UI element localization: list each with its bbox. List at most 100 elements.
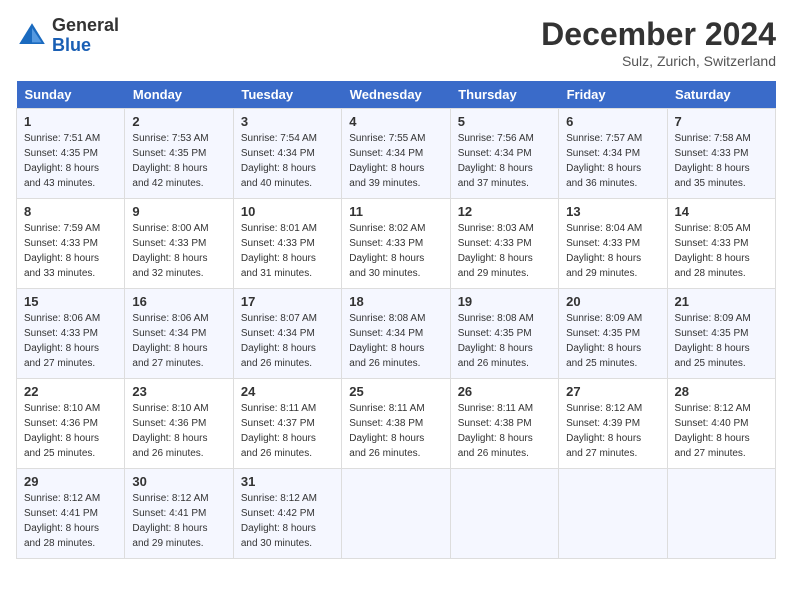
calendar-cell-3-4: 18 Sunrise: 8:08 AMSunset: 4:34 PMDaylig… [342,289,450,379]
calendar-cell-3-7: 21 Sunrise: 8:09 AMSunset: 4:35 PMDaylig… [667,289,775,379]
page-header: General Blue December 2024 Sulz, Zurich,… [16,16,776,69]
day-number: 6 [566,114,659,129]
day-number: 29 [24,474,117,489]
location-subtitle: Sulz, Zurich, Switzerland [541,53,776,69]
calendar-cell-5-4 [342,469,450,559]
calendar-cell-1-5: 5 Sunrise: 7:56 AMSunset: 4:34 PMDayligh… [450,109,558,199]
day-number: 25 [349,384,442,399]
calendar-cell-1-1: 1 Sunrise: 7:51 AMSunset: 4:35 PMDayligh… [17,109,125,199]
calendar-cell-4-5: 26 Sunrise: 8:11 AMSunset: 4:38 PMDaylig… [450,379,558,469]
day-number: 2 [132,114,225,129]
day-number: 31 [241,474,334,489]
day-number: 4 [349,114,442,129]
calendar-cell-1-2: 2 Sunrise: 7:53 AMSunset: 4:35 PMDayligh… [125,109,233,199]
cell-info: Sunrise: 8:11 AMSunset: 4:38 PMDaylight:… [458,401,551,461]
calendar-week-5: 29 Sunrise: 8:12 AMSunset: 4:41 PMDaylig… [17,469,776,559]
day-number: 30 [132,474,225,489]
header-tuesday: Tuesday [233,81,341,109]
calendar-cell-5-2: 30 Sunrise: 8:12 AMSunset: 4:41 PMDaylig… [125,469,233,559]
day-number: 23 [132,384,225,399]
cell-info: Sunrise: 8:06 AMSunset: 4:34 PMDaylight:… [132,311,225,371]
day-number: 11 [349,204,442,219]
cell-info: Sunrise: 8:05 AMSunset: 4:33 PMDaylight:… [675,221,768,281]
day-number: 18 [349,294,442,309]
calendar-cell-1-3: 3 Sunrise: 7:54 AMSunset: 4:34 PMDayligh… [233,109,341,199]
calendar-cell-2-6: 13 Sunrise: 8:04 AMSunset: 4:33 PMDaylig… [559,199,667,289]
cell-info: Sunrise: 8:08 AMSunset: 4:34 PMDaylight:… [349,311,442,371]
calendar-cell-4-7: 28 Sunrise: 8:12 AMSunset: 4:40 PMDaylig… [667,379,775,469]
cell-info: Sunrise: 8:12 AMSunset: 4:39 PMDaylight:… [566,401,659,461]
calendar-cell-2-7: 14 Sunrise: 8:05 AMSunset: 4:33 PMDaylig… [667,199,775,289]
cell-info: Sunrise: 8:08 AMSunset: 4:35 PMDaylight:… [458,311,551,371]
cell-info: Sunrise: 7:58 AMSunset: 4:33 PMDaylight:… [675,131,768,191]
cell-info: Sunrise: 7:59 AMSunset: 4:33 PMDaylight:… [24,221,117,281]
day-number: 19 [458,294,551,309]
calendar-cell-4-2: 23 Sunrise: 8:10 AMSunset: 4:36 PMDaylig… [125,379,233,469]
logo-text: General Blue [52,16,119,56]
calendar-cell-2-2: 9 Sunrise: 8:00 AMSunset: 4:33 PMDayligh… [125,199,233,289]
cell-info: Sunrise: 8:07 AMSunset: 4:34 PMDaylight:… [241,311,334,371]
calendar-cell-2-1: 8 Sunrise: 7:59 AMSunset: 4:33 PMDayligh… [17,199,125,289]
header-thursday: Thursday [450,81,558,109]
day-number: 10 [241,204,334,219]
day-number: 15 [24,294,117,309]
calendar-cell-5-1: 29 Sunrise: 8:12 AMSunset: 4:41 PMDaylig… [17,469,125,559]
logo-icon [16,20,48,52]
calendar-cell-4-1: 22 Sunrise: 8:10 AMSunset: 4:36 PMDaylig… [17,379,125,469]
calendar-body: 1 Sunrise: 7:51 AMSunset: 4:35 PMDayligh… [17,109,776,559]
day-number: 21 [675,294,768,309]
calendar-week-3: 15 Sunrise: 8:06 AMSunset: 4:33 PMDaylig… [17,289,776,379]
day-number: 12 [458,204,551,219]
calendar-cell-3-2: 16 Sunrise: 8:06 AMSunset: 4:34 PMDaylig… [125,289,233,379]
cell-info: Sunrise: 8:12 AMSunset: 4:42 PMDaylight:… [241,491,334,551]
cell-info: Sunrise: 8:01 AMSunset: 4:33 PMDaylight:… [241,221,334,281]
cell-info: Sunrise: 7:53 AMSunset: 4:35 PMDaylight:… [132,131,225,191]
calendar-cell-4-6: 27 Sunrise: 8:12 AMSunset: 4:39 PMDaylig… [559,379,667,469]
calendar-header-row: SundayMondayTuesdayWednesdayThursdayFrid… [17,81,776,109]
cell-info: Sunrise: 7:55 AMSunset: 4:34 PMDaylight:… [349,131,442,191]
day-number: 1 [24,114,117,129]
header-friday: Friday [559,81,667,109]
calendar-cell-5-6 [559,469,667,559]
cell-info: Sunrise: 8:11 AMSunset: 4:37 PMDaylight:… [241,401,334,461]
calendar-cell-5-7 [667,469,775,559]
day-number: 3 [241,114,334,129]
header-wednesday: Wednesday [342,81,450,109]
calendar-cell-4-4: 25 Sunrise: 8:11 AMSunset: 4:38 PMDaylig… [342,379,450,469]
day-number: 17 [241,294,334,309]
calendar-cell-4-3: 24 Sunrise: 8:11 AMSunset: 4:37 PMDaylig… [233,379,341,469]
month-title: December 2024 [541,16,776,53]
cell-info: Sunrise: 8:02 AMSunset: 4:33 PMDaylight:… [349,221,442,281]
cell-info: Sunrise: 7:57 AMSunset: 4:34 PMDaylight:… [566,131,659,191]
day-number: 28 [675,384,768,399]
day-number: 5 [458,114,551,129]
header-saturday: Saturday [667,81,775,109]
cell-info: Sunrise: 8:10 AMSunset: 4:36 PMDaylight:… [24,401,117,461]
day-number: 7 [675,114,768,129]
cell-info: Sunrise: 8:12 AMSunset: 4:41 PMDaylight:… [132,491,225,551]
cell-info: Sunrise: 7:56 AMSunset: 4:34 PMDaylight:… [458,131,551,191]
cell-info: Sunrise: 8:10 AMSunset: 4:36 PMDaylight:… [132,401,225,461]
cell-info: Sunrise: 7:54 AMSunset: 4:34 PMDaylight:… [241,131,334,191]
day-number: 9 [132,204,225,219]
calendar-table: SundayMondayTuesdayWednesdayThursdayFrid… [16,81,776,559]
cell-info: Sunrise: 8:12 AMSunset: 4:40 PMDaylight:… [675,401,768,461]
day-number: 27 [566,384,659,399]
cell-info: Sunrise: 8:06 AMSunset: 4:33 PMDaylight:… [24,311,117,371]
calendar-week-4: 22 Sunrise: 8:10 AMSunset: 4:36 PMDaylig… [17,379,776,469]
cell-info: Sunrise: 8:03 AMSunset: 4:33 PMDaylight:… [458,221,551,281]
cell-info: Sunrise: 7:51 AMSunset: 4:35 PMDaylight:… [24,131,117,191]
calendar-cell-3-6: 20 Sunrise: 8:09 AMSunset: 4:35 PMDaylig… [559,289,667,379]
calendar-cell-1-4: 4 Sunrise: 7:55 AMSunset: 4:34 PMDayligh… [342,109,450,199]
day-number: 13 [566,204,659,219]
calendar-cell-5-3: 31 Sunrise: 8:12 AMSunset: 4:42 PMDaylig… [233,469,341,559]
calendar-cell-2-3: 10 Sunrise: 8:01 AMSunset: 4:33 PMDaylig… [233,199,341,289]
logo: General Blue [16,16,119,56]
calendar-cell-3-5: 19 Sunrise: 8:08 AMSunset: 4:35 PMDaylig… [450,289,558,379]
day-number: 26 [458,384,551,399]
day-number: 8 [24,204,117,219]
header-sunday: Sunday [17,81,125,109]
calendar-week-1: 1 Sunrise: 7:51 AMSunset: 4:35 PMDayligh… [17,109,776,199]
calendar-week-2: 8 Sunrise: 7:59 AMSunset: 4:33 PMDayligh… [17,199,776,289]
title-block: December 2024 Sulz, Zurich, Switzerland [541,16,776,69]
